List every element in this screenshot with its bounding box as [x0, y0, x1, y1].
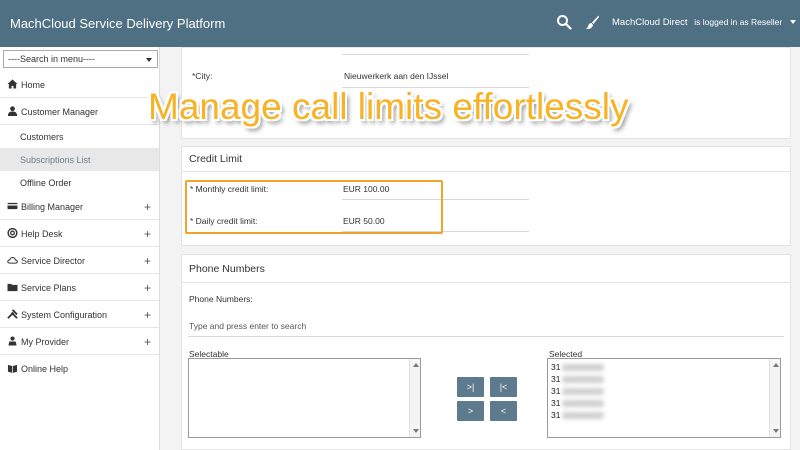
expand-icon[interactable]: + [144, 335, 151, 349]
city-value[interactable]: Nieuwerkerk aan den IJssel [344, 71, 448, 81]
sidebar-item-label: Online Help [21, 364, 69, 374]
sidebar-item-subscriptions-list[interactable]: Subscriptions List [0, 148, 159, 171]
sidebar-item-help-desk[interactable]: Help Desk + [0, 220, 159, 247]
scroll-up-icon[interactable] [413, 363, 419, 367]
cloud-icon [7, 256, 18, 264]
sidebar-item-customers[interactable]: Customers [0, 125, 159, 148]
user-name: MachCloud Direct [612, 17, 688, 28]
menu-search-select[interactable]: ----Search in menu---- [3, 50, 158, 68]
city-label: *City: [192, 71, 213, 81]
divider [182, 171, 790, 172]
sidebar-item-my-provider[interactable]: My Provider + [0, 328, 159, 355]
expand-icon[interactable]: + [144, 227, 151, 241]
sidebar-item-online-help[interactable]: Online Help [0, 355, 159, 382]
scroll-down-icon[interactable] [413, 429, 419, 433]
phone-numbers-label: Phone Numbers: [189, 294, 253, 304]
lifebuoy-icon [7, 228, 18, 238]
credit-limit-highlight [185, 180, 443, 234]
sidebar-item-label: Help Desk [21, 229, 63, 239]
credit-limit-title: Credit Limit [189, 153, 243, 165]
sidebar-item-offline-order[interactable]: Offline Order [0, 171, 159, 194]
expand-icon[interactable]: + [144, 254, 151, 268]
divider [342, 54, 529, 55]
phone-search-input[interactable]: Type and press enter to search [189, 321, 306, 331]
user-menu[interactable]: MachCloud Direct is logged in as Reselle… [612, 17, 796, 28]
scroll-down-icon[interactable] [773, 429, 779, 433]
home-icon [7, 79, 18, 89]
sidebar: ----Search in menu---- Home Customer Man… [0, 47, 160, 450]
folder-icon [7, 283, 18, 292]
sidebar-item-label: Home [21, 80, 46, 90]
search-underline [188, 336, 784, 337]
sidebar-item-label: My Provider [21, 337, 70, 347]
sidebar-item-label: System Configuration [21, 310, 108, 320]
remove-all-button[interactable]: |< [490, 377, 517, 397]
add-button[interactable]: > [457, 401, 484, 421]
expand-icon[interactable]: + [144, 200, 151, 214]
sidebar-item-service-director[interactable]: Service Director + [0, 247, 159, 274]
tools-icon [7, 309, 18, 319]
sidebar-item-label: Offline Order [20, 178, 72, 188]
sidebar-item-label: Customers [20, 132, 64, 142]
scrollbar[interactable] [409, 359, 420, 437]
phone-numbers-title: Phone Numbers [189, 263, 265, 275]
overlay-caption: Manage call limits effortlessly [148, 86, 629, 127]
selectable-listbox[interactable] [188, 358, 421, 438]
scrollbar[interactable] [769, 359, 780, 437]
list-item[interactable]: 31 [551, 374, 605, 384]
billing-icon [7, 202, 18, 210]
paintbrush-icon[interactable] [584, 14, 600, 30]
list-item[interactable]: 31 [551, 362, 605, 372]
sidebar-item-billing-manager[interactable]: Billing Manager + [0, 193, 159, 220]
expand-icon[interactable]: + [144, 308, 151, 322]
sidebar-item-label: Service Plans [21, 283, 77, 293]
caret-down-icon[interactable] [789, 20, 796, 25]
selected-listbox[interactable]: 31 31 31 31 31 [547, 358, 781, 438]
sidebar-item-label: Subscriptions List [20, 155, 91, 165]
sidebar-item-label: Customer Manager [21, 107, 99, 117]
user-icon [7, 106, 18, 116]
sidebar-item-label: Billing Manager [21, 202, 84, 212]
sidebar-item-service-plans[interactable]: Service Plans + [0, 274, 159, 301]
chevron-down-icon [146, 58, 152, 62]
provider-icon [8, 336, 17, 346]
remove-button[interactable]: < [490, 401, 517, 421]
user-role: is logged in as Reseller [694, 17, 783, 27]
top-bar: MachCloud Service Delivery Platform Mach… [0, 0, 800, 47]
sidebar-item-system-configuration[interactable]: System Configuration + [0, 301, 159, 328]
list-item[interactable]: 31 [551, 386, 605, 396]
add-all-button[interactable]: >| [457, 377, 484, 397]
sidebar-item-home[interactable]: Home [0, 71, 159, 98]
menu-search-text: ----Search in menu---- [8, 54, 96, 64]
book-icon [7, 364, 18, 373]
list-item[interactable]: 31 [551, 398, 605, 408]
app-title: MachCloud Service Delivery Platform [10, 16, 226, 31]
sidebar-item-customer-manager[interactable]: Customer Manager [0, 98, 159, 125]
scroll-up-icon[interactable] [773, 363, 779, 367]
search-icon[interactable] [556, 14, 572, 30]
list-item[interactable]: 31 [551, 410, 605, 420]
divider [182, 282, 790, 283]
expand-icon[interactable]: + [144, 281, 151, 295]
sidebar-item-label: Service Director [21, 256, 86, 266]
